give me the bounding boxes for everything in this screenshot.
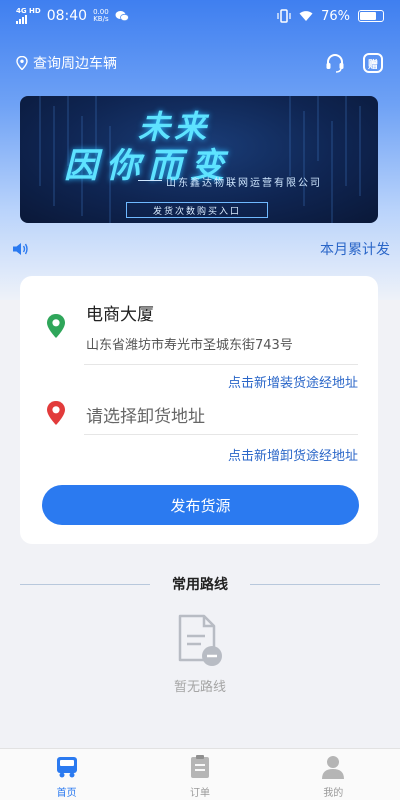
banner-purchase-button[interactable]: 发货次数购买入口 xyxy=(126,202,268,218)
tab-label: 首页 xyxy=(56,788,77,799)
truck-icon xyxy=(56,757,77,778)
common-routes-title: 常用路线 xyxy=(172,577,228,593)
promo-banner[interactable]: 未来 因你而变 山东鑫达物联网运营有限公司 发货次数购买入口 xyxy=(20,96,378,223)
divider xyxy=(250,583,380,585)
common-routes-header: 常用路线 xyxy=(20,574,380,594)
unload-address-select[interactable]: 请选择卸货地址 xyxy=(86,402,205,427)
headset-icon xyxy=(326,54,344,73)
battery-percent: 76% xyxy=(321,8,350,24)
nearby-vehicles-link[interactable]: 查询周边车辆 xyxy=(33,53,117,73)
speaker-icon xyxy=(13,243,28,255)
signal-bars-icon xyxy=(16,15,41,24)
battery-icon xyxy=(358,10,384,22)
vibrate-icon xyxy=(277,9,291,23)
wechat-icon xyxy=(115,11,129,22)
tab-profile[interactable]: 我的 xyxy=(267,749,400,800)
empty-routes-text: 暂无路线 xyxy=(173,680,226,695)
clipboard-icon xyxy=(190,755,209,778)
gift-icon: 赠 xyxy=(363,53,383,73)
banner-company: 山东鑫达物联网运营有限公司 xyxy=(166,178,322,189)
tab-label: 订单 xyxy=(189,788,210,799)
status-time: 08:40 xyxy=(46,8,88,24)
gift-button[interactable]: 赠 xyxy=(362,52,384,74)
unload-location-icon xyxy=(47,401,65,425)
notice-row: 本月累计发 xyxy=(12,238,390,260)
network-speed: 0.00 KB/s xyxy=(93,9,109,23)
divider xyxy=(84,364,358,365)
network-type: 4G HD xyxy=(16,7,41,15)
empty-document-icon xyxy=(178,614,222,666)
load-address-name[interactable]: 电商大厦 xyxy=(86,300,154,325)
tab-label: 我的 xyxy=(323,788,344,799)
shipment-card: 电商大厦 山东省潍坊市寿光市圣城东街743号 点击新增装货途经地址 请选择卸货地… xyxy=(20,276,378,544)
load-location-icon xyxy=(47,314,65,338)
customer-service-button[interactable] xyxy=(324,52,346,74)
add-load-waypoint-link[interactable]: 点击新增装货途经地址 xyxy=(228,372,358,391)
bottom-tab-bar: 首页 订单 我的 xyxy=(0,748,400,800)
wifi-icon xyxy=(299,11,313,21)
network-speed-unit: KB/s xyxy=(93,15,109,23)
banner-company-dash xyxy=(138,180,162,181)
signal-indicator: 4G HD xyxy=(16,8,41,24)
publish-cargo-button[interactable]: 发布货源 xyxy=(42,485,359,525)
user-icon xyxy=(322,756,345,779)
divider xyxy=(20,583,150,585)
divider xyxy=(84,434,358,435)
monthly-stats-marquee[interactable]: 本月累计发 xyxy=(320,239,390,259)
load-address-detail[interactable]: 山东省潍坊市寿光市圣城东街743号 xyxy=(86,334,293,353)
add-unload-waypoint-link[interactable]: 点击新增卸货途经地址 xyxy=(228,445,358,464)
header-row: 查询周边车辆 赠 xyxy=(16,52,384,74)
location-pin-icon xyxy=(16,56,28,70)
tab-orders[interactable]: 订单 xyxy=(133,749,266,800)
tab-home[interactable]: 首页 xyxy=(0,749,133,800)
status-bar: 4G HD 08:40 0.00 KB/s 76% xyxy=(0,0,400,32)
